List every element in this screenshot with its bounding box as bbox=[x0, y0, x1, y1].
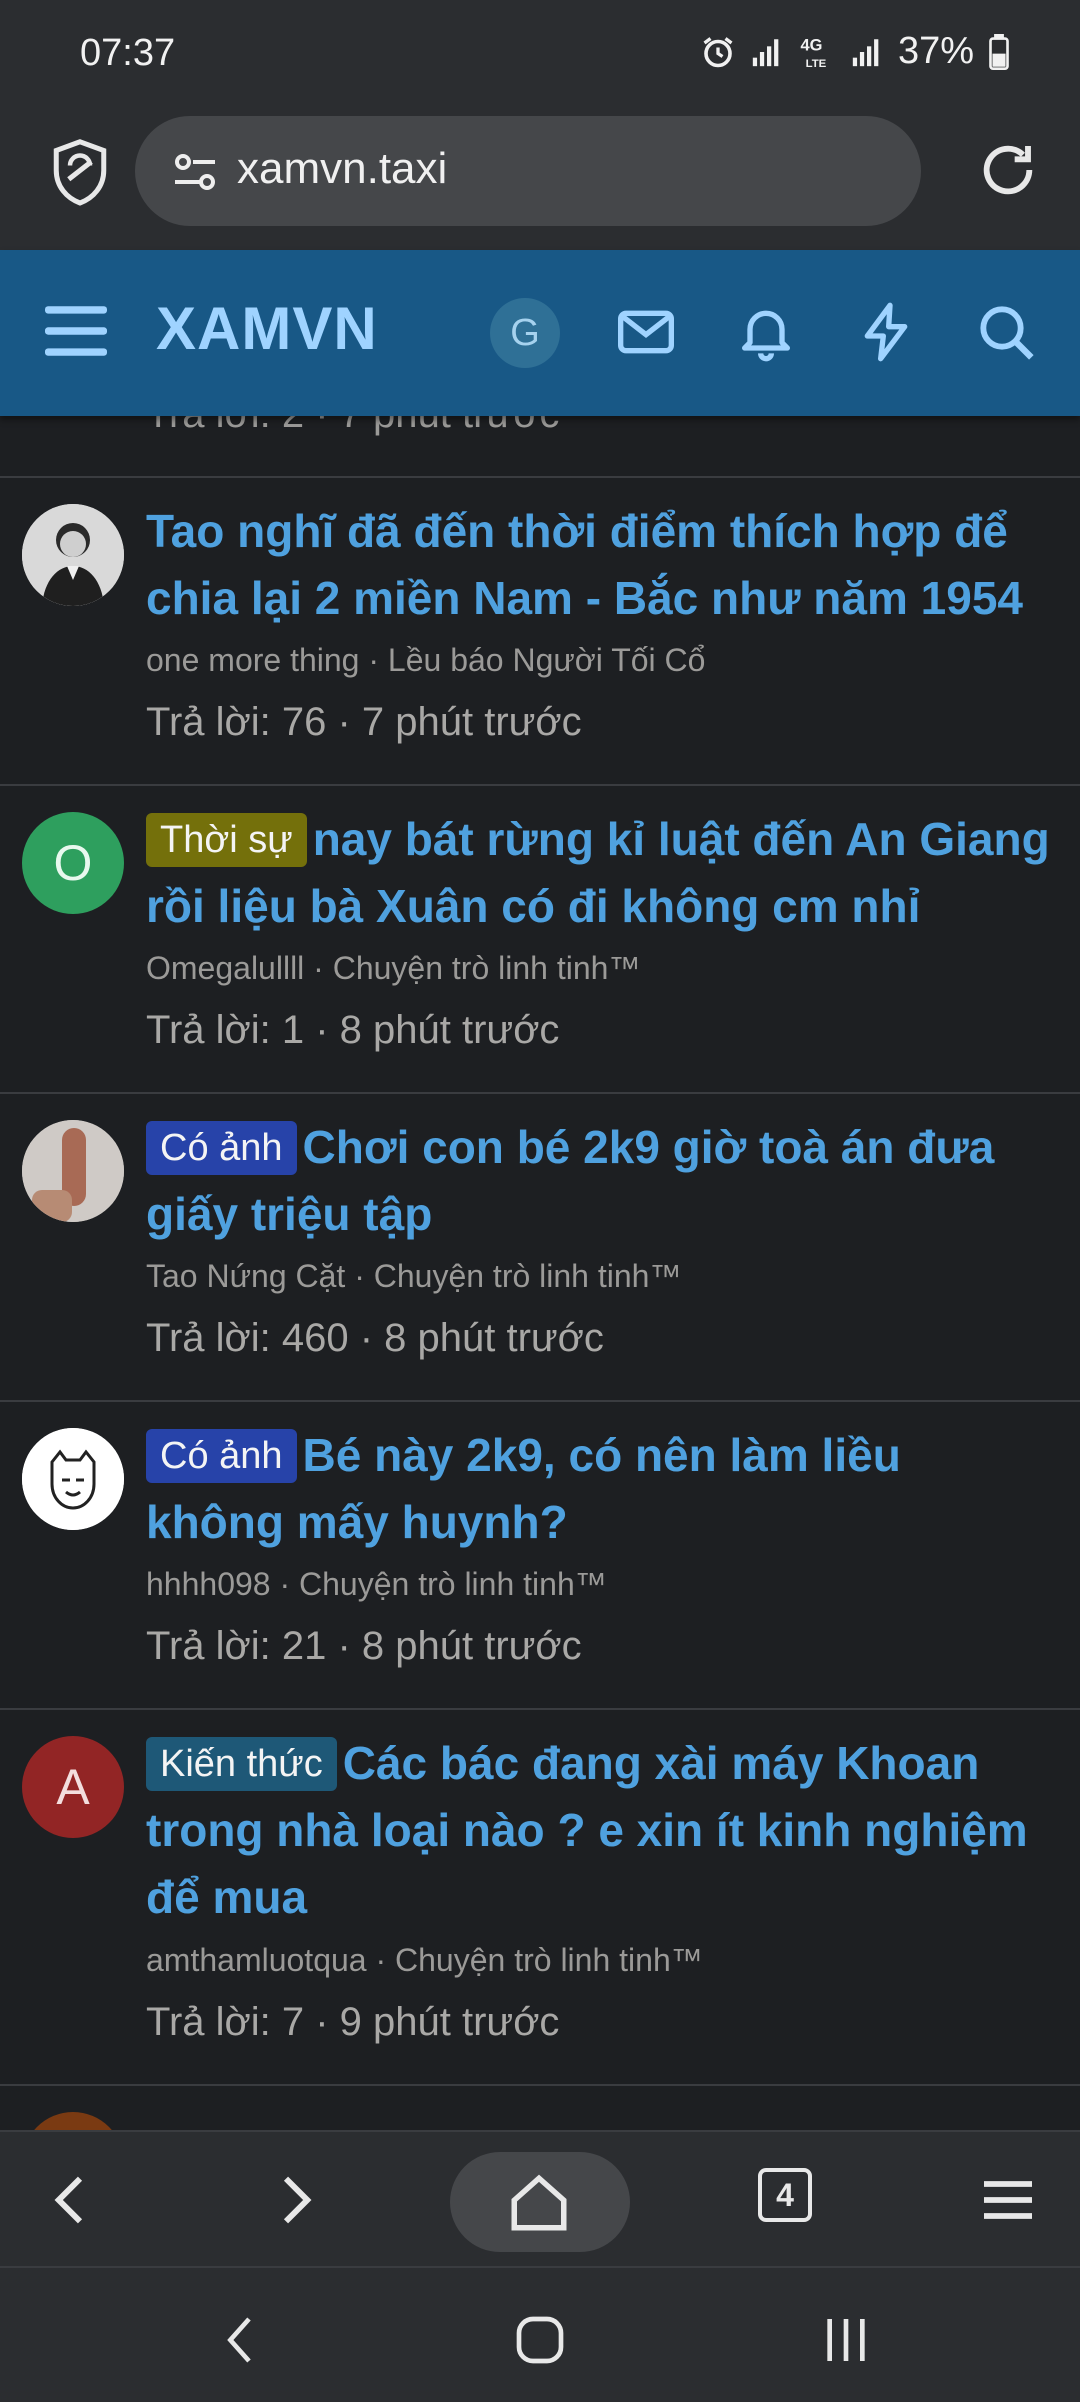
thread-stats: Trả lời: 21 · 8 phút trước bbox=[146, 1624, 582, 1668]
forward-icon[interactable] bbox=[262, 2168, 326, 2232]
address-bar[interactable]: xamvn.taxi bbox=[135, 116, 921, 226]
mail-icon[interactable] bbox=[614, 300, 678, 364]
thread-item[interactable]: Tao nghĩ đã đến thời điểm thích hợp để c… bbox=[0, 476, 1080, 786]
thread-author-forum[interactable]: Tao Nứng Cặt · Chuyện trò linh tinh™ bbox=[146, 1258, 681, 1295]
thread-title[interactable]: Có ảnh Chơi con bé 2k9 giờ toà án đưa giấ… bbox=[146, 1114, 1050, 1248]
site-logo[interactable]: XAMVN bbox=[156, 294, 378, 363]
menu-icon[interactable] bbox=[45, 302, 107, 360]
avatar[interactable]: O bbox=[22, 812, 124, 914]
home-icon[interactable] bbox=[506, 2170, 572, 2236]
home-icon[interactable] bbox=[512, 2312, 568, 2368]
thread-prefix-badge[interactable]: Có ảnh bbox=[146, 1121, 297, 1175]
signal-icon bbox=[852, 38, 879, 66]
browser-bottom-nav: 4 bbox=[0, 2130, 1080, 2268]
back-icon[interactable] bbox=[214, 2312, 270, 2368]
avatar[interactable]: A bbox=[22, 1736, 124, 1838]
signal-icon bbox=[752, 38, 779, 66]
thread-stats: Trả lời: 76 · 7 phút trước bbox=[146, 700, 582, 744]
bell-icon[interactable] bbox=[734, 300, 798, 364]
thread-item[interactable]: Có ảnh Chơi con bé 2k9 giờ toà án đưa giấ… bbox=[0, 1092, 1080, 1402]
site-header: XAMVN G bbox=[0, 250, 1080, 416]
battery-percent: 37% bbox=[897, 30, 974, 72]
browser-toolbar: xamvn.taxi bbox=[0, 108, 1080, 250]
thread-prefix-badge[interactable]: Có ảnh bbox=[146, 1429, 297, 1483]
tab-count: 4 bbox=[776, 2177, 794, 2213]
thread-title[interactable]: Có ảnh Bé này 2k9, có nên làm liều không … bbox=[146, 1422, 1050, 1556]
battery-icon bbox=[989, 33, 1009, 70]
thread-title[interactable]: Thời sự nay bát rừng kỉ luật đến An Giang… bbox=[146, 806, 1050, 940]
thread-stats: Trả lời: 1 · 8 phút trước bbox=[146, 1008, 560, 1052]
thread-item[interactable]: A Kiến thức Các bác đang xài máy Khoan tr… bbox=[0, 1708, 1080, 2086]
svg-text:LTE: LTE bbox=[806, 58, 827, 70]
menu-icon[interactable] bbox=[976, 2168, 1040, 2232]
bolt-icon[interactable] bbox=[854, 300, 918, 364]
svg-text:4G: 4G bbox=[800, 36, 822, 54]
recents-icon[interactable] bbox=[818, 2312, 874, 2368]
alarm-icon bbox=[703, 36, 733, 67]
thread-item[interactable]: Có ảnh Bé này 2k9, có nên làm liều không … bbox=[0, 1400, 1080, 1710]
thread-author-forum[interactable]: hhhh098 · Chuyện trò linh tinh™ bbox=[146, 1566, 607, 1603]
avatar[interactable] bbox=[22, 504, 124, 606]
url-text[interactable]: xamvn.taxi bbox=[237, 144, 447, 194]
status-bar: 07:37 4G LTE 37% bbox=[0, 0, 1080, 108]
system-nav-bar bbox=[0, 2266, 1080, 2402]
thread-item[interactable]: O Thời sự nay bát rừng kỉ luật đến An Gia… bbox=[0, 784, 1080, 1094]
thread-prefix-badge[interactable]: Thời sự bbox=[146, 813, 307, 867]
tabs-button[interactable]: 4 bbox=[758, 2168, 812, 2222]
avatar[interactable] bbox=[22, 1428, 124, 1530]
thread-title[interactable]: Tao nghĩ đã đến thời điểm thích hợp để c… bbox=[146, 498, 1050, 632]
shield-icon[interactable] bbox=[50, 138, 110, 208]
reload-icon[interactable] bbox=[976, 138, 1040, 202]
home-button[interactable] bbox=[450, 2152, 630, 2252]
thread-author-forum[interactable]: one more thing · Lều báo Người Tối Cổ bbox=[146, 642, 705, 679]
avatar[interactable] bbox=[22, 1120, 124, 1222]
user-avatar[interactable]: G bbox=[490, 298, 560, 368]
thread-author-forum[interactable]: Omegalullll · Chuyện trò linh tinh™ bbox=[146, 950, 640, 987]
4g-lte-icon: 4G LTE bbox=[800, 36, 827, 70]
thread-stats: Trả lời: 460 · 8 phút trước bbox=[146, 1316, 604, 1360]
thread-title[interactable]: Kiến thức Các bác đang xài máy Khoan tron… bbox=[146, 1730, 1050, 1931]
site-settings-icon[interactable] bbox=[171, 148, 219, 196]
status-icons: 4G LTE 37% bbox=[700, 30, 1010, 73]
thread-author-forum[interactable]: amthamluotqua · Chuyện trò linh tinh™ bbox=[146, 1942, 703, 1979]
thread-stats: Trả lời: 7 · 9 phút trước bbox=[146, 2000, 560, 2044]
status-time: 07:37 bbox=[80, 32, 176, 74]
thread-prefix-badge[interactable]: Kiến thức bbox=[146, 1737, 337, 1791]
back-icon[interactable] bbox=[40, 2168, 104, 2232]
search-icon[interactable] bbox=[974, 300, 1038, 364]
